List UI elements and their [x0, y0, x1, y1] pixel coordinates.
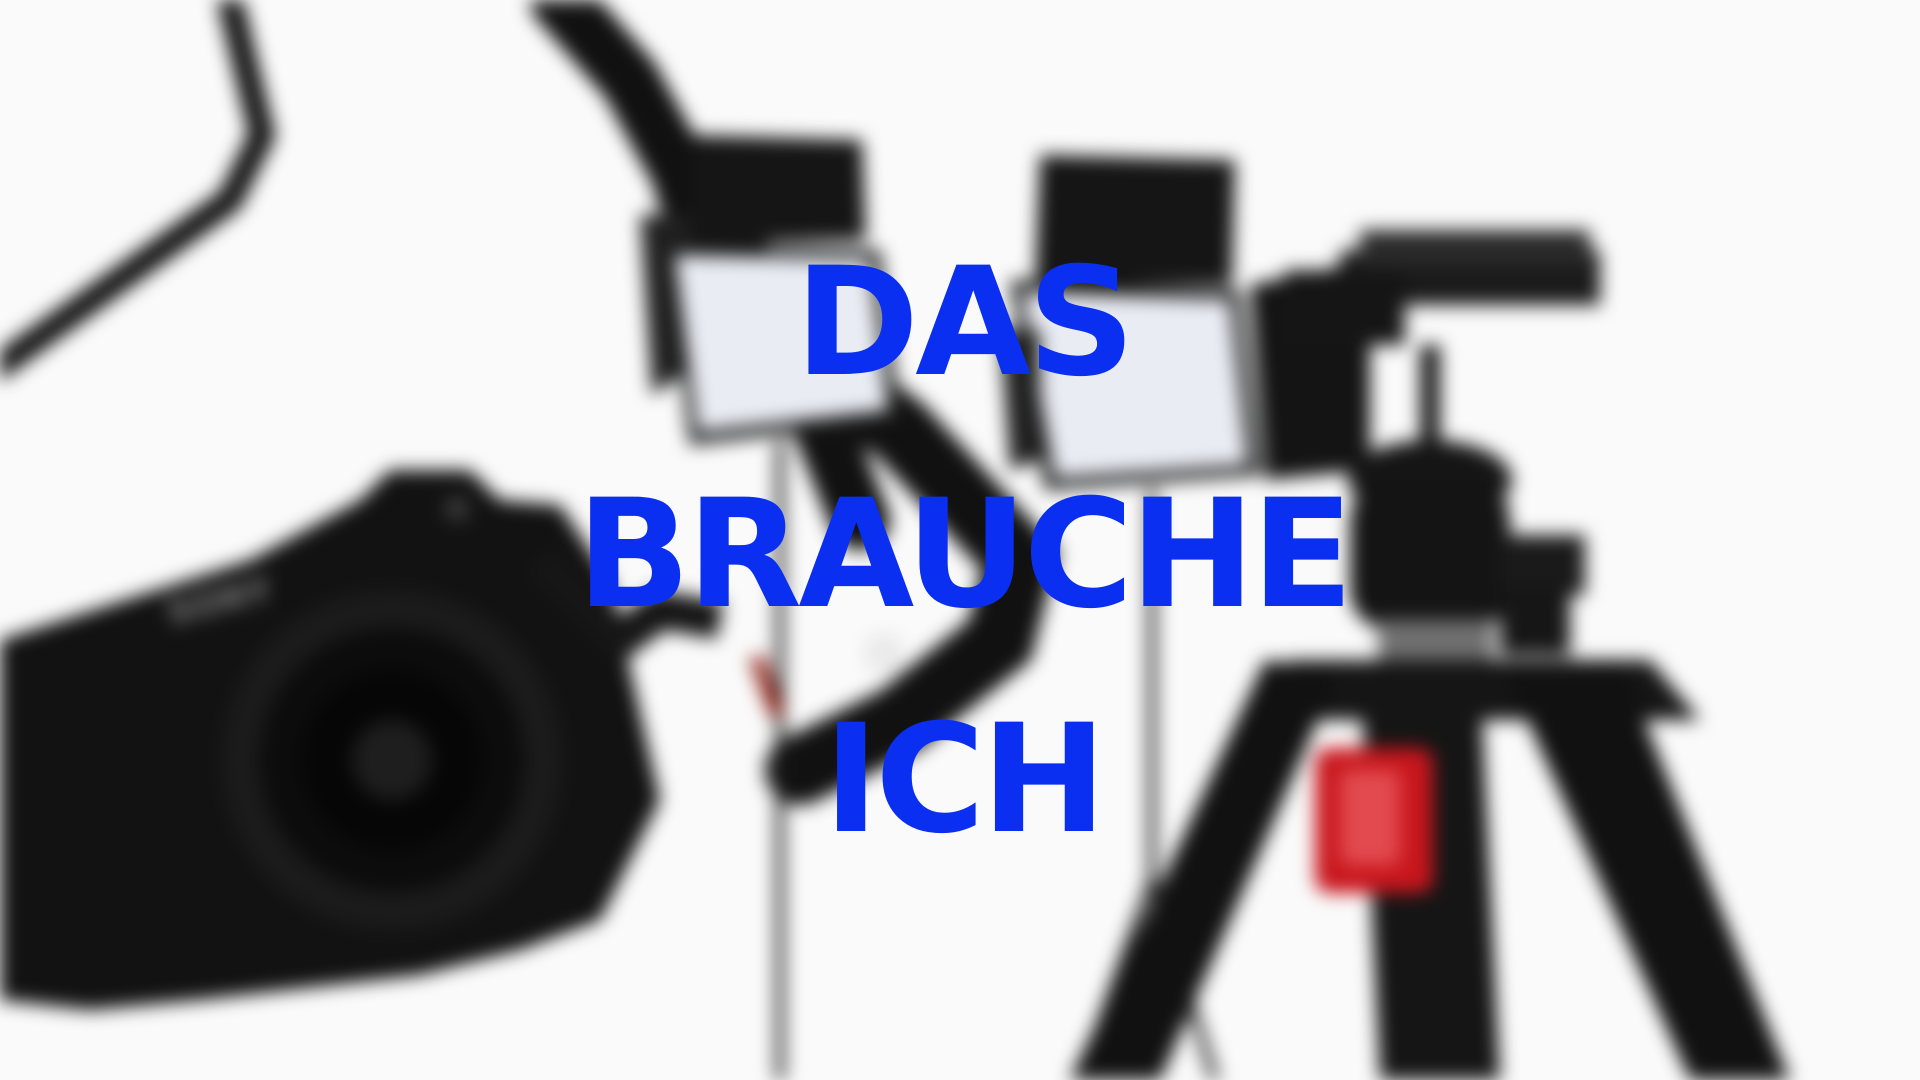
thumbnail-stage: SONY α α DAS BRAUCHE ICH — [0, 0, 1920, 1080]
headline-line-3: ICH — [823, 693, 1106, 867]
headline: DAS BRAUCHE ICH — [0, 0, 1920, 1080]
headline-line-1: DAS — [794, 236, 1136, 410]
headline-line-2: BRAUCHE — [576, 468, 1353, 642]
